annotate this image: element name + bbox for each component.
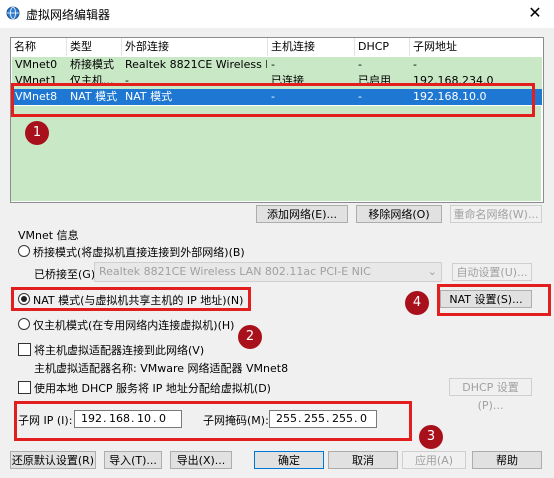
col-header-host[interactable]: 主机连接: [268, 38, 355, 56]
connect-adapter-label[interactable]: 将主机虚拟适配器连接到此网络(V): [34, 342, 204, 358]
annotation-box-3: [14, 401, 412, 441]
col-header-type[interactable]: 类型: [67, 38, 122, 56]
auto-settings-button[interactable]: 自动设置(U)...: [452, 263, 532, 281]
cell-name: VMnet0: [15, 58, 58, 71]
add-network-button[interactable]: 添加网络(E)...: [256, 205, 348, 223]
network-globe-icon: [6, 6, 20, 20]
annotation-badge-2: 2: [238, 325, 262, 349]
export-button[interactable]: 导出(X)...: [170, 451, 232, 469]
import-button[interactable]: 导入(T)...: [104, 451, 162, 469]
help-button[interactable]: 帮助: [472, 451, 542, 469]
bridged-to-label: 已桥接至(G):: [34, 268, 99, 281]
annotation-badge-1: 1: [25, 121, 49, 145]
annotation-box-1: [11, 83, 535, 117]
bridged-to-select[interactable]: Realtek 8821CE Wireless LAN 802.11ac PCI…: [94, 262, 442, 282]
annotation-box-4: [437, 284, 551, 316]
col-header-dhcp[interactable]: DHCP: [355, 38, 410, 56]
ok-button[interactable]: 确定: [254, 451, 324, 469]
col-header-name[interactable]: 名称: [11, 38, 67, 56]
cancel-button[interactable]: 取消: [328, 451, 398, 469]
cell-host: -: [271, 58, 275, 71]
cell-type: 桥接模式: [70, 58, 114, 71]
remove-network-button[interactable]: 移除网络(O): [356, 205, 442, 223]
annotation-badge-3: 3: [419, 425, 443, 449]
cell-subnet: -: [413, 58, 417, 71]
col-header-external[interactable]: 外部连接: [122, 38, 268, 56]
bridged-to-value: Realtek 8821CE Wireless LAN 802.11ac PCI…: [99, 265, 371, 278]
apply-button[interactable]: 应用(A): [402, 451, 466, 469]
bridge-mode-radio[interactable]: [18, 245, 30, 257]
use-dhcp-checkbox[interactable]: [18, 381, 31, 394]
cell-dhcp: -: [358, 58, 362, 71]
col-header-subnet[interactable]: 子网地址: [410, 38, 543, 56]
host-only-radio[interactable]: [18, 318, 30, 330]
table-empty-area[interactable]: [11, 106, 541, 201]
table-row[interactable]: VMnet0 桥接模式 Realtek 8821CE Wireless LA..…: [12, 57, 542, 73]
title-bar: 虚拟网络编辑器 ✕: [0, 0, 554, 28]
restore-defaults-button[interactable]: 还原默认设置(R): [10, 451, 96, 469]
use-dhcp-label[interactable]: 使用本地 DHCP 服务将 IP 地址分配给虚拟机(D): [34, 380, 271, 396]
dhcp-settings-button[interactable]: DHCP 设置(P)...: [449, 378, 532, 412]
host-only-label[interactable]: 仅主机模式(在专用网络内连接虚拟机)(H): [33, 317, 234, 333]
connect-adapter-checkbox[interactable]: [18, 343, 31, 356]
annotation-badge-4: 4: [405, 291, 429, 315]
window-title: 虚拟网络编辑器: [26, 8, 111, 22]
chevron-down-icon: ⌄: [427, 265, 437, 278]
adapter-name-text: 主机虚拟适配器名称: VMware 网络适配器 VMnet8: [34, 362, 289, 375]
annotation-box-2: [11, 287, 251, 311]
bridge-mode-label[interactable]: 桥接模式(将虚拟机直接连接到外部网络)(B): [33, 244, 245, 260]
close-icon[interactable]: ✕: [528, 5, 542, 21]
network-table: 名称 类型 外部连接 主机连接 DHCP 子网地址 VMnet0 桥接模式 Re…: [10, 37, 544, 203]
vmnet-info-label: VMnet 信息: [18, 229, 79, 242]
rename-network-button[interactable]: 重命名网络(W)...: [450, 205, 542, 223]
cell-external: Realtek 8821CE Wireless LA...: [125, 58, 267, 71]
